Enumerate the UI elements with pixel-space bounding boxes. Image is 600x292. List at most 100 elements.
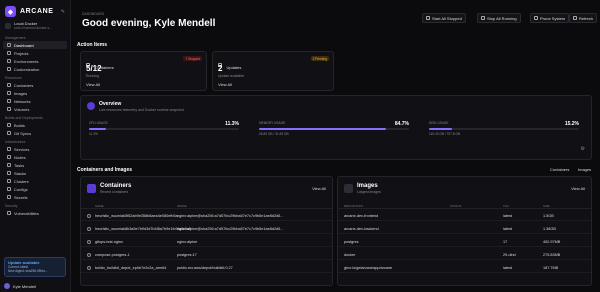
sidebar-item-label: Builds <box>14 122 25 128</box>
refresh-button[interactable]: Refresh <box>569 13 598 23</box>
sidebar-item-environments[interactable]: Environments <box>3 57 67 65</box>
sidebar-item-containers[interactable]: Containers <box>3 81 67 89</box>
images-panel-view-all[interactable]: View All <box>571 186 585 191</box>
status-dot-icon <box>87 227 91 231</box>
sidebar-item-configs[interactable]: Configs <box>3 185 67 193</box>
container-image: nginx:alpine@sha256:a7d57fcc29bba57e7c7c… <box>177 227 284 231</box>
update-digest: New digest: sha256:4f9ea... <box>8 269 48 273</box>
col-tag: TAG <box>503 204 509 208</box>
sidebar-item-networks[interactable]: Networks <box>3 97 67 105</box>
container-name: compose-postgres-1 <box>95 253 130 257</box>
updates-count: 2 <box>218 64 223 73</box>
table-row[interactable]: ghcr.io/getarcaneapp/arcane latest 187.7MB <box>338 262 591 273</box>
table-row[interactable]: docker 29-dind 275.83MB <box>338 249 591 260</box>
sidebar-item-customization[interactable]: Customization <box>3 65 67 73</box>
customization-icon <box>7 67 11 71</box>
metric-label: MEMORY USAGE <box>259 121 286 125</box>
containers-panel-view-all[interactable]: View All <box>312 186 326 191</box>
nodes-icon <box>7 155 11 159</box>
sidebar-item-label: Tasks <box>14 162 25 168</box>
table-row[interactable]: compose-postgres-1 postgres:17 <box>81 249 332 260</box>
sidebar-item-secrets[interactable]: Secrets <box>3 193 67 201</box>
images-panel: Images Largest images View All REPOSITOR… <box>337 176 592 286</box>
images-panel-title: Images <box>357 183 378 189</box>
updates-sub: Update available <box>218 74 245 78</box>
sidebar-item-label: Images <box>14 90 28 96</box>
section-title: Containers and Images <box>77 167 133 173</box>
metric-bar <box>259 128 409 130</box>
table-row[interactable]: gitops-test-nginx nginx:alpine <box>81 236 332 247</box>
sidebar-item-stacks[interactable]: Stacks <box>3 169 67 177</box>
sidebar-item-vulnerabilities[interactable]: Vulnerabilities <box>3 209 67 217</box>
col-name: NAME <box>95 204 104 208</box>
tab-images[interactable]: Images <box>578 167 591 172</box>
table-row[interactable]: heuristic_wozniak5f52ab9e358b8aea4e080ef… <box>81 210 332 221</box>
main-content: DASHBOARD Good evening, Kyle Mendell Sta… <box>72 0 600 292</box>
sidebar-item-label: Customization <box>14 66 40 72</box>
tab-containers[interactable]: Containers <box>550 167 569 172</box>
image-size: 187.7MB <box>543 266 559 270</box>
containers-card[interactable]: Containers 7 Stopped 5/12 Running View A… <box>80 51 207 91</box>
server-icon <box>5 22 11 29</box>
metric-bar-fill <box>89 128 106 130</box>
overview-title: Overview <box>99 101 122 107</box>
metric-bar <box>429 128 579 130</box>
stop-all-label: Stop All Running <box>487 15 517 21</box>
container-image: nginx:alpine <box>177 240 198 244</box>
settings-icon[interactable]: ⚙ <box>581 146 585 152</box>
containers-panel: Containers Recent containers View All NA… <box>80 176 333 286</box>
sidebar-item-clusters[interactable]: Clusters <box>3 177 67 185</box>
sidebar-item-services[interactable]: Services <box>3 145 67 153</box>
sidebar-item-images[interactable]: Images <box>3 89 67 97</box>
sidebar-item-builds[interactable]: Builds <box>3 121 67 129</box>
sidebar-item-label: Clusters <box>14 178 29 184</box>
services-icon <box>7 147 11 151</box>
metric-detail: 26.85 GB / 31.69 GB <box>259 132 289 136</box>
sidebar-item-git-syncs[interactable]: Git Syncs <box>3 129 67 137</box>
table-row[interactable]: heuristic_wozniak8b3a9e7b9d3d7b4f8a7b9e1… <box>81 223 332 234</box>
updates-view-all[interactable]: View All <box>218 82 232 87</box>
action-items-title: Action Items <box>77 42 108 48</box>
table-row[interactable]: postgres 17 452.97MB <box>338 236 591 247</box>
pending-badge: 2 Pending <box>310 56 329 61</box>
sidebar-item-volumes[interactable]: Volumes <box>3 105 67 113</box>
sidebar-item-label: Volumes <box>14 106 30 112</box>
table-row[interactable]: arcane-dev-frontend latest 1.5GB <box>338 210 591 221</box>
col-repository: REPOSITORY <box>344 204 364 208</box>
sidebar: ◆ ARCANE ✎ Local Docker unix:///var/run/… <box>0 0 71 292</box>
image-repo: docker <box>344 253 356 257</box>
containers-view-all[interactable]: View All <box>86 82 100 87</box>
metric-bar-fill <box>259 128 387 130</box>
metric-percent: 15.2% <box>564 121 579 127</box>
image-tag: latest <box>503 214 513 218</box>
metric-bar <box>89 128 239 130</box>
start-all-label: Start All Stopped <box>432 15 462 21</box>
image-size: 1.5GB <box>543 214 554 218</box>
app-root: ◆ ARCANE ✎ Local Docker unix:///var/run/… <box>0 0 600 292</box>
overview-sub: Live resources telemetry and Docker runt… <box>99 108 184 112</box>
table-row[interactable]: buildx_buildkit_depot_ephb7e2c2a_arm64 pu… <box>81 262 332 273</box>
start-all-button[interactable]: Start All Stopped <box>422 13 466 23</box>
brand[interactable]: ◆ ARCANE ✎ <box>0 0 70 18</box>
sidebar-item-projects[interactable]: Projects <box>3 49 67 57</box>
table-row[interactable]: arcane-dev-backend latest 1.38GB <box>338 223 591 234</box>
user-name: Kyle Mendell <box>13 283 36 289</box>
nav-section-title: Management <box>5 36 26 40</box>
status-dot-icon <box>87 266 91 270</box>
stop-all-button[interactable]: Stop All Running <box>477 13 521 23</box>
update-banner[interactable]: Update available Current: latest New dig… <box>4 257 66 277</box>
sidebar-item-nodes[interactable]: Nodes <box>3 153 67 161</box>
prune-button[interactable]: Prune System <box>530 13 570 23</box>
updates-card[interactable]: Updates 2 Pending 2 Update available Vie… <box>212 51 334 91</box>
image-tag: 29-dind <box>503 253 516 257</box>
status-dot-icon <box>87 214 91 218</box>
nav-section-title: Infrastructure <box>5 140 26 144</box>
col-size: SIZE <box>543 204 550 208</box>
pin-icon[interactable]: ✎ <box>61 9 65 15</box>
user-menu[interactable]: Kyle Mendell <box>4 283 36 289</box>
sidebar-item-dashboard[interactable]: Dashboard <box>3 41 67 49</box>
status-dot-icon <box>87 253 91 257</box>
environment-selector[interactable]: Local Docker unix:///var/run/docker.s... <box>0 18 70 33</box>
sidebar-item-tasks[interactable]: Tasks <box>3 161 67 169</box>
container-image: postgres:17 <box>177 253 197 257</box>
